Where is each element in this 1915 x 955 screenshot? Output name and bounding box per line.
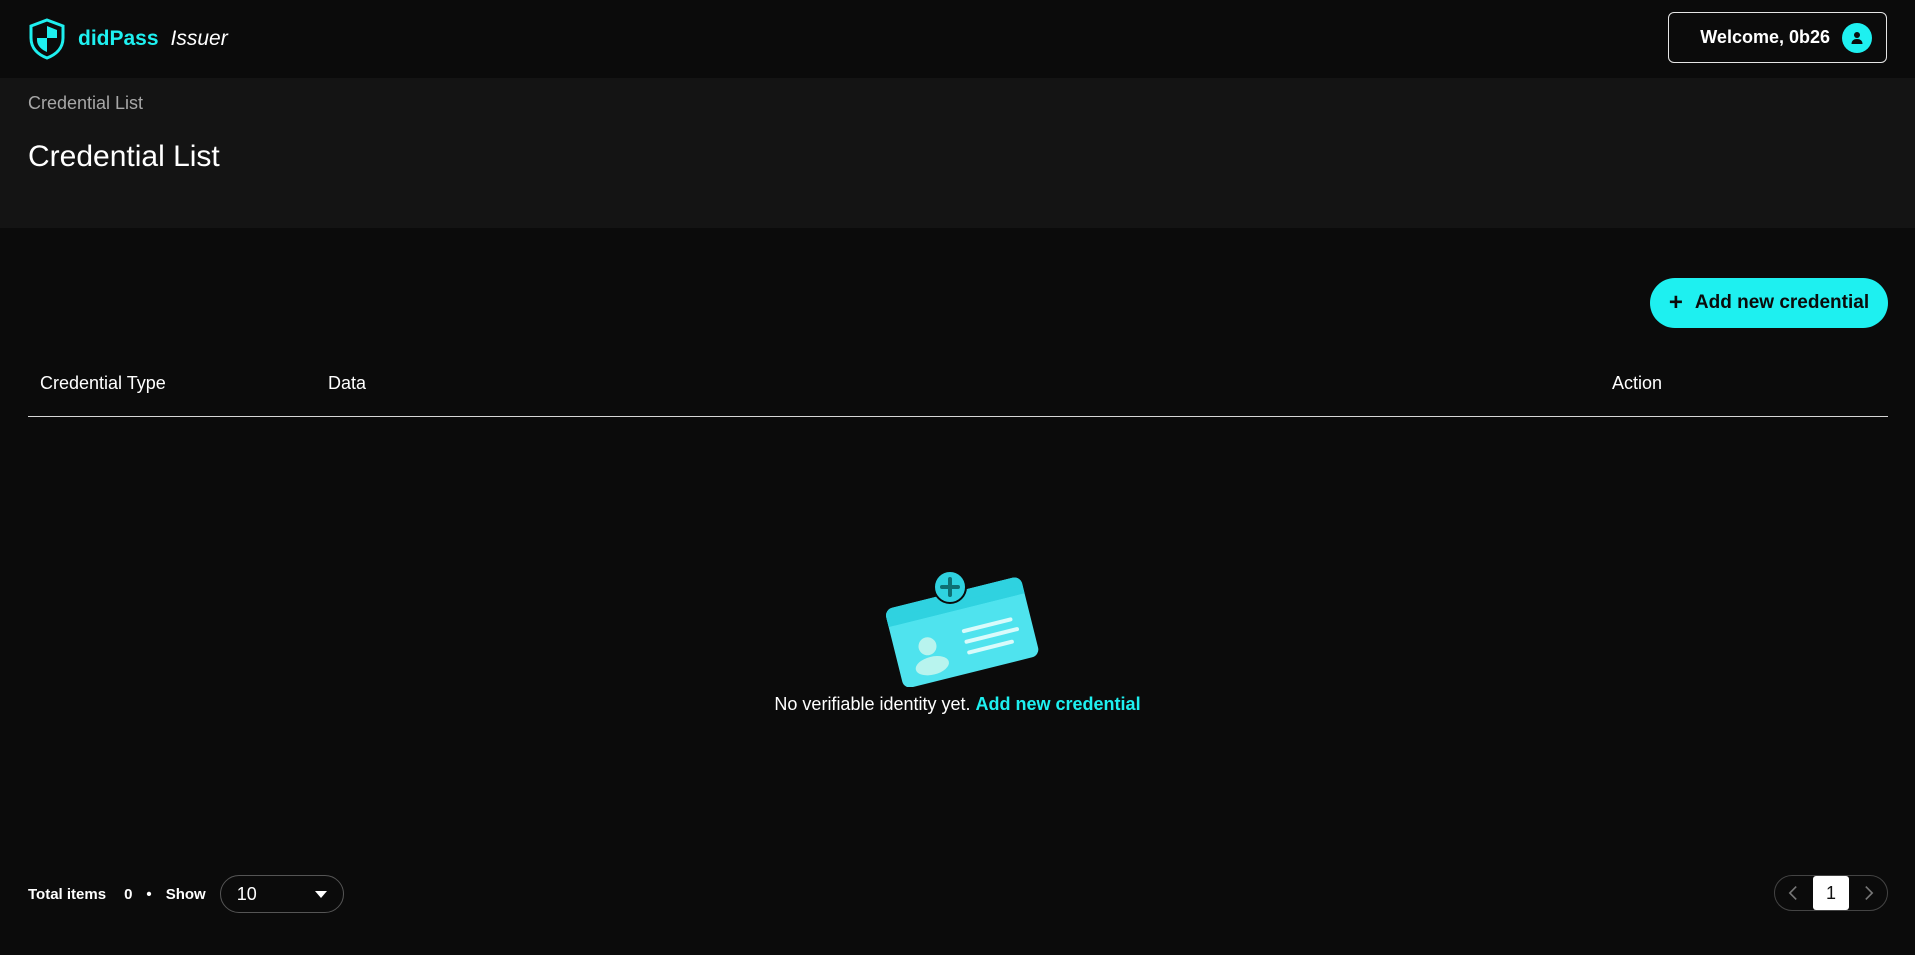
empty-state-message: No verifiable identity yet. Add new cred… <box>0 694 1915 715</box>
breadcrumb[interactable]: Credential List <box>28 93 143 114</box>
brand-logo[interactable]: didPass Issuer <box>28 18 228 60</box>
show-label: Show <box>165 885 206 903</box>
page-size-value: 10 <box>236 883 257 904</box>
table-header-divider <box>28 416 1888 417</box>
empty-state-text: No verifiable identity yet. <box>774 694 971 714</box>
empty-state-add-link[interactable]: Add new credential <box>976 694 1141 714</box>
brand-subtitle: Issuer <box>170 27 228 50</box>
page-size-select[interactable]: 10 <box>219 875 344 913</box>
plus-icon: + <box>1668 289 1683 316</box>
caret-down-icon <box>314 890 327 898</box>
total-items-count: 0 <box>124 885 133 903</box>
chevron-right-icon[interactable] <box>1859 883 1879 903</box>
separator-dot: • <box>146 885 152 903</box>
column-header-data: Data <box>328 373 367 393</box>
shield-icon <box>28 18 66 60</box>
pagination-summary: Total items 0 • Show 10 <box>28 875 344 913</box>
column-header-action: Action <box>1612 373 1663 393</box>
page-title: Credential List <box>28 140 220 173</box>
add-credential-button[interactable]: + Add new credential <box>1650 278 1888 328</box>
user-icon <box>1842 22 1872 53</box>
user-menu-button[interactable]: Welcome, 0b26 <box>1668 12 1887 63</box>
page-number-current[interactable]: 1 <box>1813 876 1849 910</box>
chevron-left-icon[interactable] <box>1783 883 1803 903</box>
page-header <box>0 78 1915 228</box>
brand-name: didPass <box>78 27 159 50</box>
add-credential-label: Add new credential <box>1694 292 1870 313</box>
pagination: 1 <box>1774 875 1888 911</box>
top-navbar: didPass Issuer Welcome, 0b26 <box>0 0 1915 78</box>
column-header-credential-type: Credential Type <box>40 373 166 393</box>
welcome-text: Welcome, 0b26 <box>1700 27 1830 47</box>
total-items-label: Total items <box>28 885 107 903</box>
id-card-icon <box>880 562 1040 688</box>
